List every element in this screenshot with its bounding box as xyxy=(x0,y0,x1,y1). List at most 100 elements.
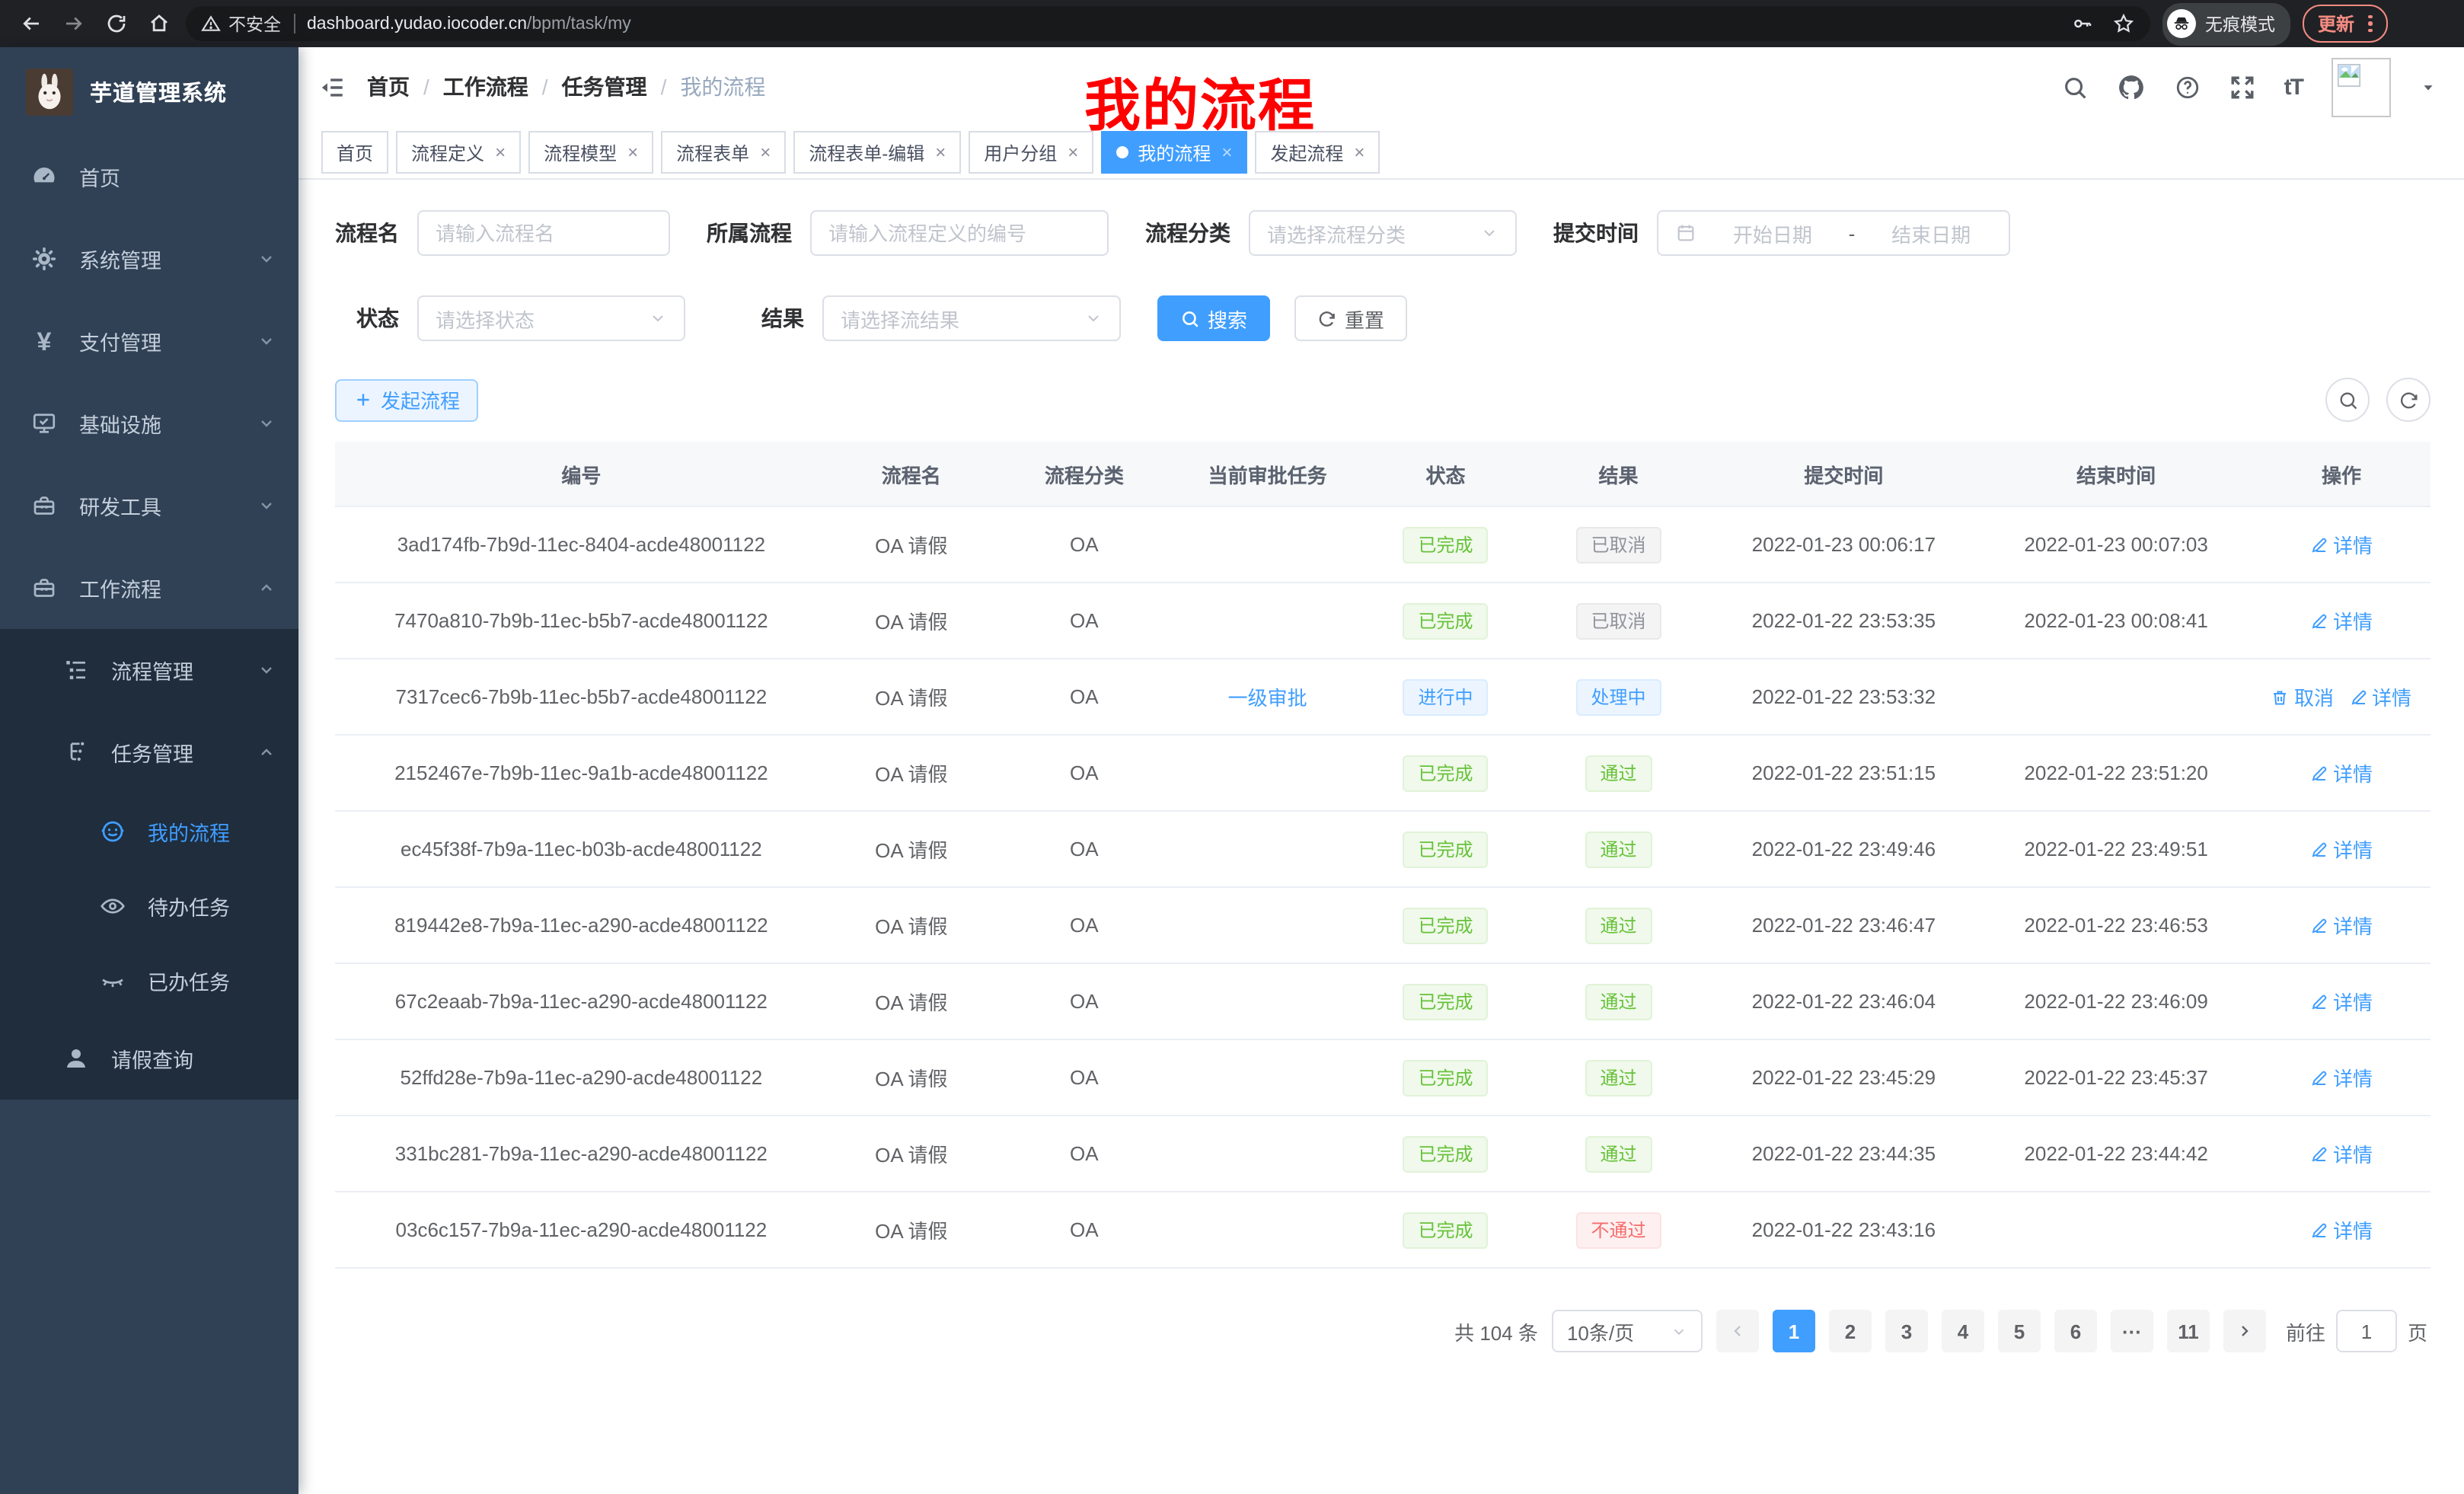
eye-closed-icon xyxy=(99,966,126,994)
filter-definition-input[interactable] xyxy=(810,210,1109,256)
sidebar-item-0[interactable]: 首页 xyxy=(0,136,298,218)
sidebar-item-10[interactable]: 已办任务 xyxy=(0,943,298,1017)
sidebar-item-2[interactable]: ¥支付管理 xyxy=(0,300,298,382)
tab-3[interactable]: 流程表单× xyxy=(661,131,786,174)
sidebar-item-9[interactable]: 待办任务 xyxy=(0,868,298,943)
detail-link[interactable]: 详情 xyxy=(2310,758,2373,787)
avatar[interactable] xyxy=(2332,57,2391,117)
cell-current-task xyxy=(1173,963,1362,1039)
detail-link[interactable]: 详情 xyxy=(2310,1139,2373,1168)
tab-label: 首页 xyxy=(337,139,373,165)
detail-link[interactable]: 详情 xyxy=(2310,911,2373,940)
cell-status: 已完成 xyxy=(1361,735,1529,811)
cell-status: 已完成 xyxy=(1361,811,1529,887)
cell-end-time xyxy=(1980,659,2252,735)
close-icon[interactable]: × xyxy=(760,142,771,163)
page-size-select[interactable]: 10条/页 xyxy=(1552,1310,1703,1352)
reset-button[interactable]: 重置 xyxy=(1294,295,1407,341)
page-ellipsis[interactable]: ··· xyxy=(2111,1310,2153,1352)
goto-page-input[interactable] xyxy=(2336,1310,2397,1352)
close-icon[interactable]: × xyxy=(495,142,506,163)
close-icon[interactable]: × xyxy=(1354,142,1364,163)
sidebar-item-4[interactable]: 研发工具 xyxy=(0,464,298,547)
detail-link[interactable]: 详情 xyxy=(2310,530,2373,559)
sidebar-item-8[interactable]: 我的流程 xyxy=(0,793,298,868)
sidebar-item-11[interactable]: 请假查询 xyxy=(0,1017,298,1100)
sidebar-item-7[interactable]: 任务管理 xyxy=(0,711,298,793)
detail-link[interactable]: 详情 xyxy=(2310,606,2373,635)
cell-status: 已完成 xyxy=(1361,1039,1529,1116)
close-icon[interactable]: × xyxy=(935,142,946,163)
sidebar-item-label: 任务管理 xyxy=(111,737,193,768)
tab-6[interactable]: 我的流程× xyxy=(1101,131,1247,174)
screen: 不安全 dashboard.yudao.iocoder.cn/bpm/task/… xyxy=(0,0,2464,1494)
create-process-button[interactable]: 发起流程 xyxy=(335,378,478,421)
cell-process-name: OA 请假 xyxy=(828,1192,995,1268)
app-logo-row[interactable]: 芋道管理系统 xyxy=(0,47,298,136)
close-icon[interactable]: × xyxy=(627,142,638,163)
tab-0[interactable]: 首页 xyxy=(321,131,388,174)
browser-menu-icon[interactable] xyxy=(2368,15,2372,33)
cancel-link[interactable]: 取消 xyxy=(2271,682,2334,711)
page-button-4[interactable]: 4 xyxy=(1942,1310,1984,1352)
filter-daterange-input[interactable]: 开始日期 - 结束日期 xyxy=(1657,210,2010,256)
textsize-icon[interactable]: tT xyxy=(2284,74,2303,100)
github-icon[interactable] xyxy=(2117,72,2146,101)
page-button-11[interactable]: 11 xyxy=(2167,1310,2210,1352)
browser-forward-icon[interactable] xyxy=(58,8,88,39)
filter-name-input[interactable] xyxy=(417,210,670,256)
security-chip[interactable]: 不安全 xyxy=(201,11,281,36)
page-button-5[interactable]: 5 xyxy=(1998,1310,2041,1352)
search-button[interactable]: 搜索 xyxy=(1157,295,1270,341)
status-tag: 已完成 xyxy=(1403,907,1489,943)
table-refresh-icon[interactable] xyxy=(2386,378,2430,422)
detail-link[interactable]: 详情 xyxy=(2310,1215,2373,1244)
breadcrumb-item-2[interactable]: 任务管理 xyxy=(562,72,647,102)
cell-process-name: OA 请假 xyxy=(828,1039,995,1116)
sidebar-item-6[interactable]: 流程管理 xyxy=(0,629,298,711)
tab-2[interactable]: 流程模型× xyxy=(528,131,653,174)
close-icon[interactable]: × xyxy=(1068,142,1078,163)
close-icon[interactable]: × xyxy=(1221,142,1232,163)
page-button-2[interactable]: 2 xyxy=(1829,1310,1872,1352)
browser-back-icon[interactable] xyxy=(15,8,46,39)
page-button-3[interactable]: 3 xyxy=(1885,1310,1928,1352)
avatar-caret-icon[interactable] xyxy=(2420,78,2437,95)
sidebar-item-3[interactable]: 基础设施 xyxy=(0,382,298,464)
sidebar-item-label: 我的流程 xyxy=(148,816,230,846)
filter-result-select[interactable]: 请选择流结果 xyxy=(822,295,1121,341)
page-button-6[interactable]: 6 xyxy=(2054,1310,2097,1352)
next-page-button[interactable] xyxy=(2223,1310,2266,1352)
sidebar-fold-icon[interactable] xyxy=(320,74,346,100)
key-icon[interactable] xyxy=(2071,12,2094,35)
breadcrumb-item-1[interactable]: 工作流程 xyxy=(443,72,528,102)
tab-5[interactable]: 用户分组× xyxy=(969,131,1093,174)
filter-category-select[interactable]: 请选择流程分类 xyxy=(1249,210,1517,256)
sidebar-item-1[interactable]: 系统管理 xyxy=(0,218,298,300)
address-bar[interactable]: 不安全 dashboard.yudao.iocoder.cn/bpm/task/… xyxy=(186,6,2150,41)
bookmark-star-icon[interactable] xyxy=(2112,12,2135,35)
page-button-1[interactable]: 1 xyxy=(1773,1310,1815,1352)
filter-status-select[interactable]: 请选择状态 xyxy=(417,295,685,341)
browser-reload-icon[interactable] xyxy=(101,8,131,39)
table-search-toggle-icon[interactable] xyxy=(2325,378,2370,422)
detail-link[interactable]: 详情 xyxy=(2349,682,2411,711)
sidebar-item-5[interactable]: 工作流程 xyxy=(0,547,298,629)
cell-id: 67c2eaab-7b9a-11ec-a290-acde48001122 xyxy=(335,963,828,1039)
cell-process-name: OA 请假 xyxy=(828,811,995,887)
current-task-link[interactable]: 一级审批 xyxy=(1228,687,1307,710)
tab-1[interactable]: 流程定义× xyxy=(396,131,521,174)
tab-7[interactable]: 发起流程× xyxy=(1255,131,1380,174)
detail-link[interactable]: 详情 xyxy=(2310,987,2373,1016)
breadcrumb-item-0[interactable]: 首页 xyxy=(367,72,410,102)
tab-4[interactable]: 流程表单-编辑× xyxy=(793,131,961,174)
detail-link[interactable]: 详情 xyxy=(2310,1063,2373,1092)
browser-update-button[interactable]: 更新 xyxy=(2303,5,2387,43)
result-tag: 通过 xyxy=(1585,983,1652,1020)
help-icon[interactable] xyxy=(2175,74,2201,100)
browser-home-icon[interactable] xyxy=(143,8,174,39)
prev-page-button[interactable] xyxy=(1716,1310,1759,1352)
fullscreen-icon[interactable] xyxy=(2229,74,2255,100)
detail-link[interactable]: 详情 xyxy=(2310,835,2373,864)
search-icon[interactable] xyxy=(2062,74,2088,100)
